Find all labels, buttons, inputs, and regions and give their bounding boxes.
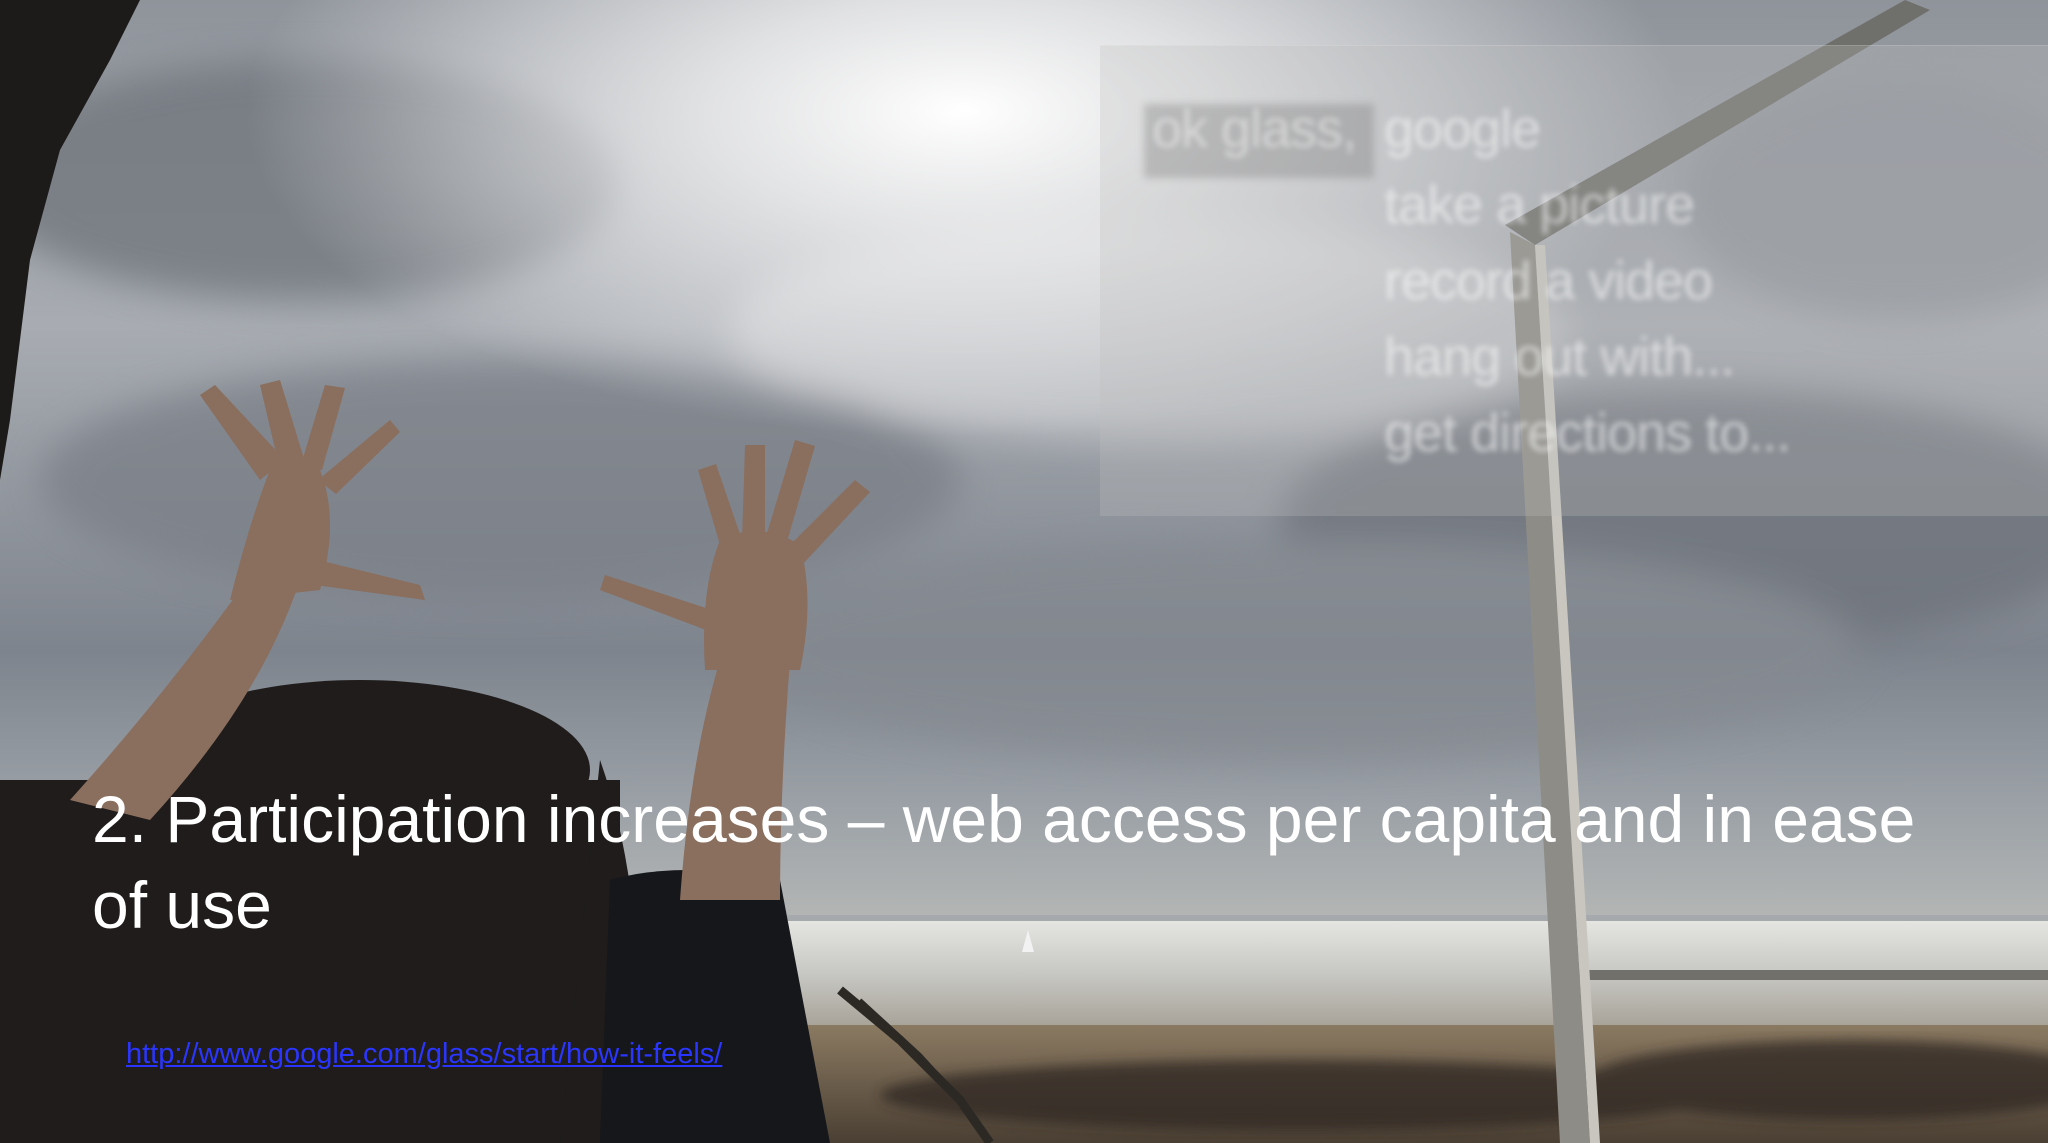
wake-phrase: ok glass, [1152,99,1357,159]
source-link[interactable]: http://www.google.com/glass/start/how-it… [126,1038,722,1071]
menu-option: hang out with... [1384,327,1735,387]
slide-caption: 2. Participation increases – web access … [92,782,1916,942]
menu-option: record a video [1384,251,1713,311]
menu-option: get directions to... [1384,403,1791,463]
glass-voice-menu: ok glass, google take a picture record a… [1100,45,2048,516]
menu-option: take a picture [1384,175,1695,235]
command-word: google [1384,99,1541,159]
slide: ok glass, google take a picture record a… [0,0,2048,1143]
